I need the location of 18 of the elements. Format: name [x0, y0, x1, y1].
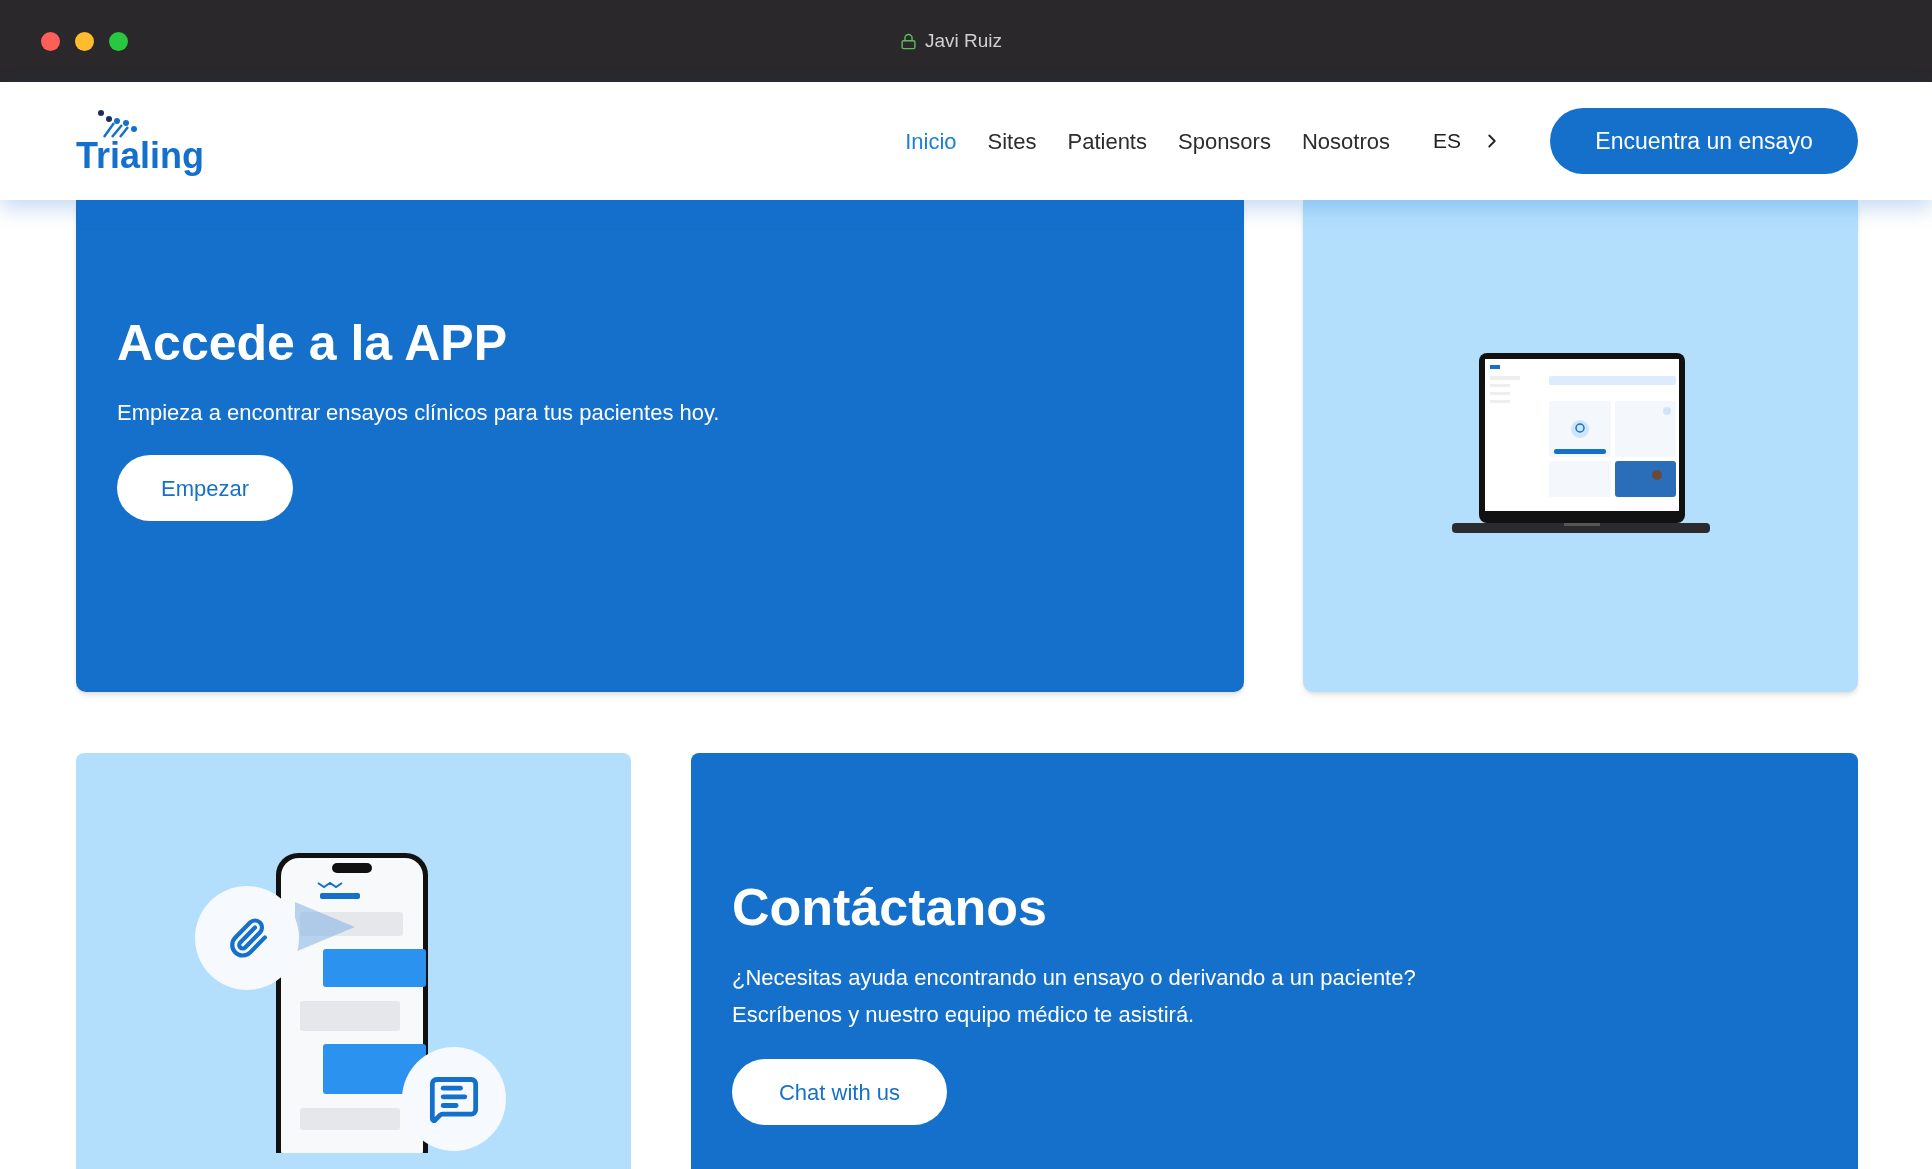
minimize-window-button[interactable]	[75, 31, 94, 51]
contact-card-text: ¿Necesitas ayuda encontrando un ensayo o derivando a un paciente? Escríbenos y nuestro equipo médico te asistirá.	[732, 964, 1417, 1029]
nav-link[interactable]: Sites	[987, 124, 1037, 158]
window-title: Javi Ruiz	[925, 28, 1003, 53]
close-window-button[interactable]	[41, 31, 60, 51]
find-trial-button[interactable]: Encuentra un ensayo	[1550, 108, 1858, 174]
app-card-text: Empieza a encontrar ensayos clínicos para tus pacientes hoy.	[117, 399, 721, 427]
language-selector[interactable]: ES	[1433, 125, 1461, 157]
zoom-window-button[interactable]	[109, 31, 128, 51]
nav-link[interactable]: Nosotros	[1301, 124, 1390, 158]
nav-link[interactable]: Patients	[1067, 124, 1147, 158]
chat-button[interactable]: Chat with us	[732, 1059, 947, 1125]
nav-link[interactable]: Inicio	[905, 124, 957, 158]
start-button[interactable]: Empezar	[117, 455, 293, 521]
nav-link[interactable]: Sponsors	[1178, 124, 1271, 158]
contact-card-title: Contáctanos	[732, 881, 1048, 933]
lock-icon	[900, 32, 917, 50]
app-card-title: Accede a la APP	[117, 318, 508, 368]
